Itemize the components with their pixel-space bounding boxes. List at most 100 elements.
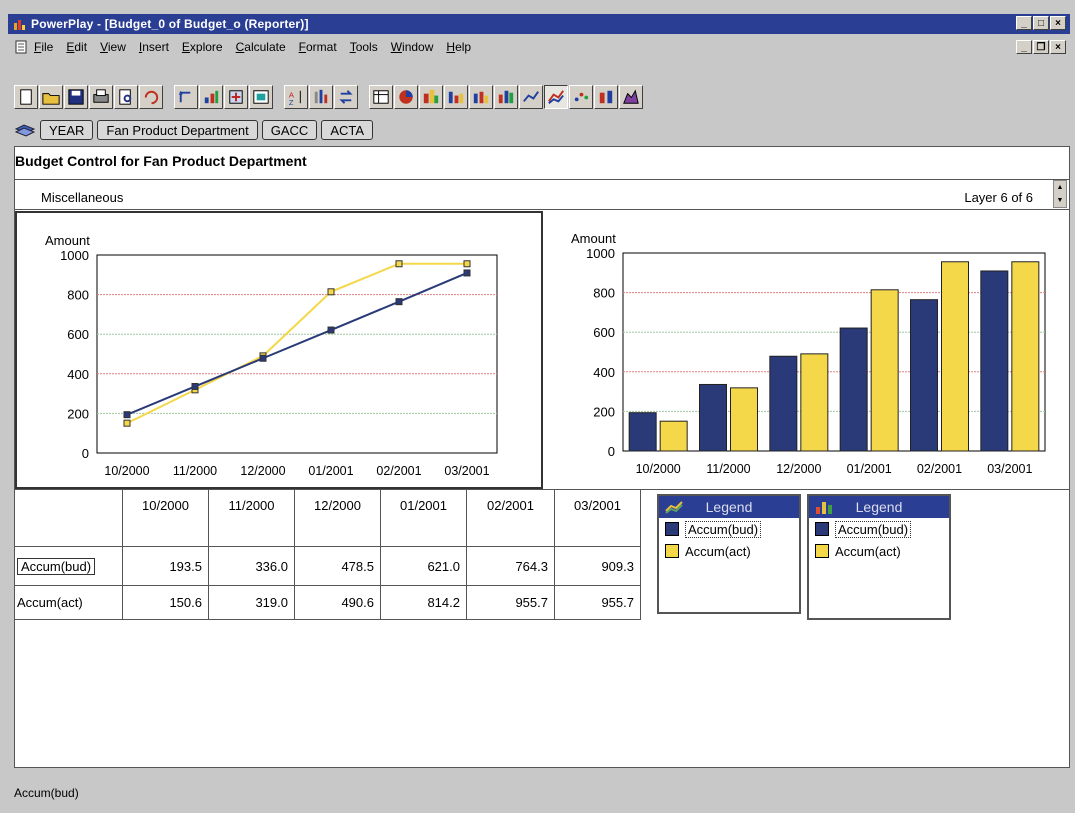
- data-point: [395, 298, 403, 306]
- column-header[interactable]: 10/2000: [123, 490, 209, 547]
- menu-insert[interactable]: Insert: [139, 40, 169, 54]
- menu-explore[interactable]: Explore: [182, 40, 223, 54]
- sort-button[interactable]: AZ: [284, 85, 308, 109]
- menu-bar: File Edit View Insert Explore Calculate …: [8, 36, 1070, 58]
- print-preview-button[interactable]: [114, 85, 138, 109]
- dimension-acta[interactable]: ACTA: [321, 120, 374, 140]
- row-header[interactable]: Accum(act): [15, 586, 123, 620]
- title-bar[interactable]: PowerPlay - [Budget_0 of Budget_o (Repor…: [8, 14, 1070, 34]
- open-button[interactable]: [39, 85, 63, 109]
- x-tick-label: 02/2001: [376, 464, 421, 478]
- y-tick-label: 400: [67, 367, 89, 382]
- y-tick-label: 600: [593, 325, 615, 340]
- data-point: [191, 382, 199, 390]
- stacked-bar-button[interactable]: [469, 85, 493, 109]
- legend-item-budget[interactable]: Accum(bud): [809, 518, 949, 540]
- save-button[interactable]: [64, 85, 88, 109]
- line-chart-panel[interactable]: Amount 0 200 400 600 800 1000 10/2000 11/2000 12/…: [15, 211, 543, 489]
- layer-spin-control[interactable]: ▲ ▼: [1053, 180, 1067, 208]
- scatter-button[interactable]: [569, 85, 593, 109]
- undo-button[interactable]: [139, 85, 163, 109]
- legend-item-actual[interactable]: Accum(act): [659, 540, 799, 562]
- legend-label: Accum(act): [835, 543, 901, 559]
- pie-button[interactable]: [394, 85, 418, 109]
- doc-close-button[interactable]: ×: [1050, 40, 1066, 54]
- explain-button[interactable]: [249, 85, 273, 109]
- table-cell[interactable]: 490.6: [295, 586, 381, 620]
- multiline-chart-button[interactable]: [544, 85, 568, 109]
- line-chart-button[interactable]: [519, 85, 543, 109]
- menu-tools[interactable]: Tools: [350, 40, 378, 54]
- legend-item-actual[interactable]: Accum(act): [809, 540, 949, 562]
- column-header[interactable]: 01/2001: [381, 490, 467, 547]
- column-header[interactable]: 11/2000: [209, 490, 295, 547]
- crosstab-button[interactable]: [369, 85, 393, 109]
- stacked-bar-icon: [473, 91, 489, 104]
- table-cell[interactable]: 909.3: [555, 547, 641, 586]
- table-cell[interactable]: 955.7: [555, 586, 641, 620]
- dimension-year[interactable]: YEAR: [40, 120, 94, 140]
- drill-up-icon: [178, 90, 191, 103]
- menu-format[interactable]: Format: [299, 40, 337, 54]
- new-button[interactable]: [14, 85, 38, 109]
- legend-item-budget[interactable]: Accum(bud): [659, 518, 799, 540]
- menu-file[interactable]: File: [34, 40, 53, 54]
- dimension-viewer-icon[interactable]: [14, 123, 36, 137]
- table-cell[interactable]: 955.7: [467, 586, 555, 620]
- table-cell[interactable]: 150.6: [123, 586, 209, 620]
- simple-bar-button[interactable]: [444, 85, 468, 109]
- 3d-bar-button[interactable]: [494, 85, 518, 109]
- menu-help[interactable]: Help: [446, 40, 471, 54]
- corner-cell[interactable]: [15, 490, 123, 547]
- doc-restore-button[interactable]: ❐: [1033, 40, 1049, 54]
- filter-button[interactable]: [309, 85, 333, 109]
- scatter-icon: [574, 92, 589, 102]
- bar-actual: [659, 420, 688, 452]
- close-button[interactable]: ×: [1050, 16, 1066, 30]
- minimize-button[interactable]: _: [1016, 16, 1032, 30]
- row-header[interactable]: Accum(bud): [15, 547, 123, 586]
- column-header[interactable]: 12/2000: [295, 490, 381, 547]
- swap-icon: [339, 90, 353, 104]
- dimension-department[interactable]: Fan Product Department: [97, 120, 258, 140]
- table-cell[interactable]: 621.0: [381, 547, 467, 586]
- bar-legend[interactable]: Legend Accum(bud) Accum(act): [807, 494, 951, 620]
- add-button[interactable]: [224, 85, 248, 109]
- column-header[interactable]: 02/2001: [467, 490, 555, 547]
- table-cell[interactable]: 319.0: [209, 586, 295, 620]
- legend-title: Legend: [705, 499, 753, 515]
- x-tick-label: 12/2000: [776, 462, 821, 476]
- x-tick-label: 11/2000: [173, 464, 217, 478]
- simple-bar-icon: [448, 91, 464, 104]
- 3d-chart-button[interactable]: [619, 85, 643, 109]
- doc-minimize-button[interactable]: _: [1016, 40, 1032, 54]
- print-button[interactable]: [89, 85, 113, 109]
- open-icon: [42, 93, 60, 105]
- menu-calculate[interactable]: Calculate: [236, 40, 286, 54]
- menu-edit[interactable]: Edit: [66, 40, 87, 54]
- bar-actual: [870, 289, 899, 452]
- menu-view[interactable]: View: [100, 40, 126, 54]
- data-point: [327, 288, 335, 296]
- clustered-bar-button[interactable]: [419, 85, 443, 109]
- correlation-button[interactable]: [594, 85, 618, 109]
- bar-chart-panel[interactable]: Amount 0 200 400 600 800 1000 10/2000 11/2000 12/…: [545, 211, 1069, 489]
- line-legend[interactable]: Legend Accum(bud) Accum(act): [657, 494, 801, 614]
- table-cell[interactable]: 764.3: [467, 547, 555, 586]
- table-cell[interactable]: 193.5: [123, 547, 209, 586]
- 3d-bar-icon: [498, 90, 514, 104]
- drill-down-button[interactable]: [199, 85, 223, 109]
- x-tick-label: 01/2001: [847, 462, 892, 476]
- swap-button[interactable]: [334, 85, 358, 109]
- table-cell[interactable]: 814.2: [381, 586, 467, 620]
- table-cell[interactable]: 478.5: [295, 547, 381, 586]
- menu-window[interactable]: Window: [391, 40, 434, 54]
- document-icon[interactable]: [14, 40, 28, 54]
- x-tick-label: 11/2000: [706, 462, 750, 476]
- maximize-button[interactable]: □: [1033, 16, 1049, 30]
- dimension-gacc[interactable]: GACC: [261, 120, 318, 140]
- column-header[interactable]: 03/2001: [555, 490, 641, 547]
- legend-swatch: [815, 522, 829, 536]
- table-cell[interactable]: 336.0: [209, 547, 295, 586]
- drill-up-button[interactable]: [174, 85, 198, 109]
